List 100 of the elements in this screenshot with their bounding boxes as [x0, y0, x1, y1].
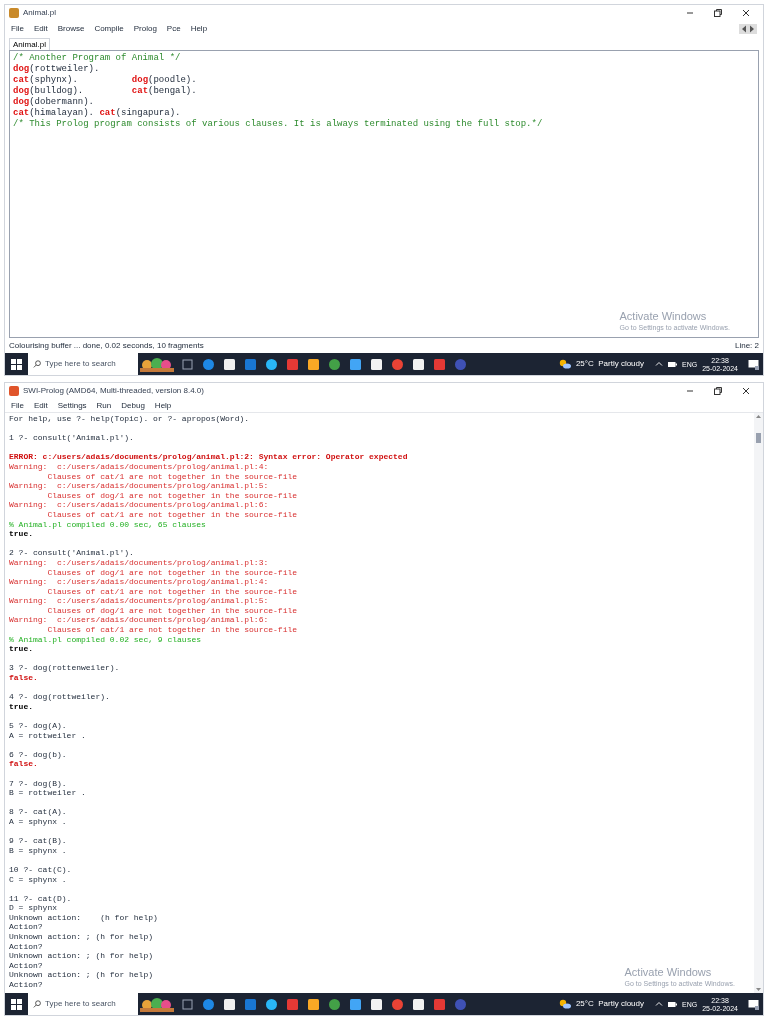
- menu-item[interactable]: Edit: [33, 401, 48, 410]
- console-line: Action?: [9, 941, 43, 952]
- menu-item[interactable]: Debug: [121, 401, 145, 410]
- task-view-icon[interactable]: [182, 998, 193, 1010]
- console-line: % Animal.pl compiled 0.00 sec, 65 clauses: [9, 519, 206, 530]
- menu-item[interactable]: Edit: [33, 25, 48, 33]
- chevron-icon[interactable]: [655, 1000, 663, 1008]
- console-line: 4 ?- dog(rottweiler).: [9, 692, 110, 702]
- menu-item[interactable]: File: [11, 25, 24, 33]
- console-line: Warning: c:/users/adais/documents/prolog/animal.pl:5:: [9, 481, 269, 491]
- activation-title: Activate Windows: [624, 967, 713, 978]
- app-icon[interactable]: [371, 998, 382, 1010]
- search-icon[interactable]: [33, 1000, 41, 1008]
- code-line: dog(bulldog). cat(bengal).: [13, 86, 197, 97]
- console-line: Clauses of cat/1 are not together in the source-file: [46, 509, 298, 520]
- file-tab[interactable]: Animal.pl: [9, 38, 50, 50]
- console-line: Action?: [9, 960, 43, 971]
- menu-item[interactable]: Settings: [57, 401, 87, 410]
- console-line: true.: [9, 529, 33, 539]
- battery-icon[interactable]: [668, 360, 677, 368]
- console-line: Unknown action: ; (h for help): [9, 970, 154, 981]
- console-line: Warning: c:/users/adais/documents/prolog/animal.pl:5:: [9, 596, 269, 606]
- app-icon[interactable]: [413, 358, 424, 370]
- console-line: Clauses of dog/1 are not together in the source-file: [46, 605, 298, 616]
- scrollbar[interactable]: [754, 413, 763, 993]
- activation-title: Activate Windows: [619, 311, 708, 322]
- weather-icon[interactable]: [558, 359, 571, 369]
- battery-icon[interactable]: [668, 1000, 677, 1008]
- console-line: Clauses of cat/1 are not together in the source-file: [46, 625, 298, 635]
- menu-item[interactable]: Compile: [94, 25, 124, 33]
- task-view-icon[interactable]: [182, 358, 193, 370]
- close-icon[interactable]: [741, 8, 751, 18]
- search-icon[interactable]: [33, 360, 41, 368]
- code-line: dog(rottweiler).: [13, 64, 100, 75]
- console-line: B = sphynx .: [9, 845, 67, 856]
- console-line: 1 ?- consult('Animal.pl').: [9, 433, 134, 443]
- menu-item[interactable]: Help: [190, 25, 208, 33]
- console-line: Warning: c:/users/adais/documents/prolog/animal.pl:3:: [9, 557, 269, 568]
- menu-item[interactable]: Prolog: [133, 25, 157, 33]
- console-line: 3 ?- dog(rottenweiler).: [9, 663, 120, 674]
- console-line: 6 ?- dog(b).: [9, 749, 67, 760]
- code-line: cat(sphynx). dog(poodle).: [13, 75, 197, 86]
- console-line: false.: [9, 673, 38, 683]
- search-field[interactable]: Type here to search: [28, 993, 138, 1015]
- menu-item[interactable]: Pce: [166, 25, 181, 33]
- window-title: Animal.pl: [23, 9, 56, 17]
- console-line: A = sphynx .: [9, 816, 67, 827]
- console-line: 8 ?- cat(A).: [9, 807, 67, 817]
- code-line: /* This Prolog program consists of various clauses. It is always terminated using the full stop.*/: [13, 119, 543, 130]
- menu-item[interactable]: File: [11, 401, 24, 410]
- console-line: C = sphynx .: [9, 874, 67, 885]
- app-icon[interactable]: [413, 998, 424, 1010]
- console-line: Unknown action: ; (h for help): [9, 951, 154, 961]
- console-line: Warning: c:/users/adais/documents/prolog/animal.pl:6:: [9, 615, 269, 626]
- weather-text: 25°C Partly cloudy: [575, 1000, 644, 1008]
- console-line: 10 ?- cat(C).: [9, 864, 72, 875]
- navigation-icon[interactable]: [739, 24, 757, 34]
- menu-item[interactable]: Run: [96, 401, 112, 410]
- menu-item[interactable]: Help: [154, 401, 172, 410]
- restore-icon[interactable]: [713, 8, 723, 18]
- restore-icon[interactable]: [713, 386, 723, 396]
- start-icon[interactable]: [11, 358, 22, 370]
- console-line: Warning: c:/users/adais/documents/prolog/animal.pl:4:: [9, 461, 269, 472]
- console-line: A = rottweiler .: [9, 730, 86, 741]
- console-line: Clauses of cat/1 are not together in the source-file: [46, 586, 298, 597]
- status-message: Colourising buffer ... done, 0.02 seconds, 10 fragments: [9, 341, 204, 350]
- search-field[interactable]: Type here to search: [28, 353, 138, 375]
- console-line: Clauses of cat/1 are not together in the source-file: [46, 471, 298, 482]
- code-line: cat(himalayan). cat(singapura).: [13, 108, 181, 119]
- notification-icon[interactable]: [748, 998, 759, 1010]
- console-line: Unknown action: ; (h for help): [9, 932, 154, 942]
- app-icon[interactable]: [371, 358, 382, 370]
- close-icon[interactable]: [741, 386, 751, 396]
- app-icon[interactable]: [350, 998, 361, 1010]
- console-line: D = sphynx: [9, 903, 57, 913]
- console-line: Warning: c:/users/adais/documents/prolog/animal.pl:4:: [9, 577, 269, 587]
- console-line: Warning: c:/users/adais/documents/prolog/animal.pl:6:: [9, 500, 269, 510]
- console-line: true.: [9, 701, 33, 712]
- scroll-thumb[interactable]: [756, 433, 761, 443]
- menu-item[interactable]: Browse: [57, 25, 85, 33]
- console-line: Action?: [9, 980, 43, 990]
- scroll-up-icon[interactable]: [755, 414, 762, 419]
- console-line: B = rottweiler .: [9, 788, 86, 798]
- console-line: false.: [9, 759, 38, 769]
- code-line: /* Another Program of Animal */: [13, 53, 181, 64]
- console-line: 11 ?- cat(D).: [9, 893, 72, 904]
- console-line: 9 ?- cat(B).: [9, 836, 67, 846]
- console-line: % Animal.pl compiled 0.02 sec, 9 clauses: [9, 634, 202, 645]
- console-line: 5 ?- dog(A).: [9, 721, 67, 731]
- notification-icon[interactable]: [748, 358, 759, 370]
- window-title: SWI-Prolog (AMD64, Multi-threaded, version 8.4.0): [23, 387, 204, 395]
- console-line: Action?: [9, 922, 43, 933]
- console-line: Clauses of dog/1 are not together in the source-file: [46, 490, 298, 501]
- start-icon[interactable]: [11, 998, 22, 1010]
- console-line: 7 ?- dog(B).: [9, 778, 67, 789]
- console-line: ERROR: c:/users/adais/documents/prolog/animal.pl:2: Syntax error: Operator expected: [9, 452, 408, 462]
- app-icon[interactable]: [350, 358, 361, 370]
- console-line: 2 ?- consult('Animal.pl').: [9, 548, 134, 558]
- weather-icon[interactable]: [558, 999, 571, 1009]
- chevron-icon[interactable]: [655, 360, 663, 368]
